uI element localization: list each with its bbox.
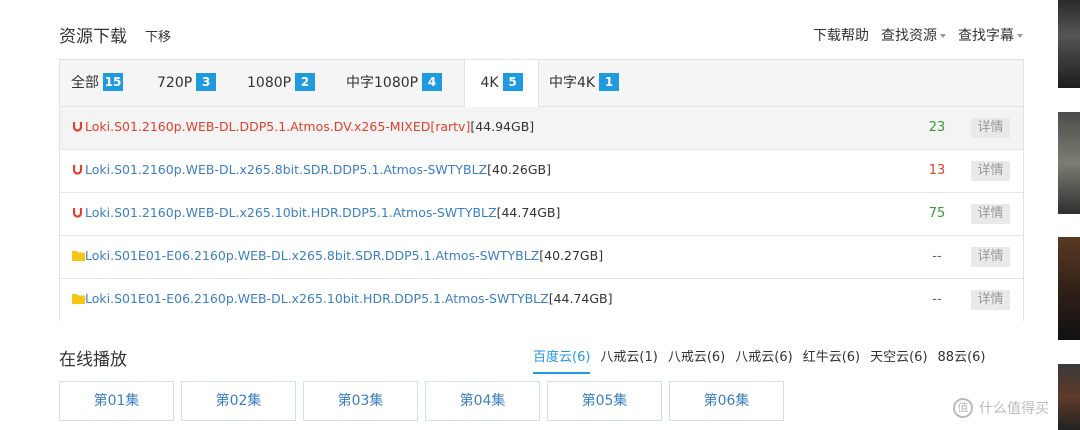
count-badge: 1 <box>599 73 620 91</box>
episode-button-1[interactable]: 第01集 <box>59 381 174 421</box>
resource-row: Loki.S01E01-E06.2160p.WEB-DL.x265.8bit.S… <box>60 236 1023 279</box>
resource-link[interactable]: Loki.S01E01-E06.2160p.WEB-DL.x265.8bit.S… <box>85 248 603 263</box>
tab-720p[interactable]: 720P 3 <box>157 60 217 106</box>
poster-thumbnail[interactable] <box>1058 112 1080 214</box>
resource-download-header: 资源下载 下移 下载帮助 查找资源 查找字幕 <box>59 22 1023 48</box>
count-badge: 5 <box>502 73 523 91</box>
tab-label: 中字1080P <box>346 75 419 91</box>
magnet-icon <box>73 208 82 218</box>
resource-size: [40.27GB] <box>539 248 604 263</box>
detail-button[interactable]: 详情 <box>971 290 1010 310</box>
chevron-down-icon <box>1017 34 1023 38</box>
provider-tab-bajie-2[interactable]: 八戒云(6) <box>668 346 725 374</box>
resource-name: Loki.S01E01-E06.2160p.WEB-DL.x265.10bit.… <box>85 291 549 306</box>
tab-4k[interactable]: 4K 5 <box>464 60 539 107</box>
resource-row: Loki.S01.2160p.WEB-DL.x265.10bit.HDR.DDP… <box>60 193 1023 236</box>
find-resource-label: 查找资源 <box>881 28 937 44</box>
resource-link[interactable]: Loki.S01E01-E06.2160p.WEB-DL.x265.10bit.… <box>85 291 613 306</box>
count-badge: 15 <box>103 73 123 91</box>
poster-thumbnail[interactable] <box>1058 0 1080 88</box>
quality-tabs: 全部 15 720P 3 1080P 2 中字1080P 4 4K 5 中字4K 1 <box>60 60 1023 107</box>
tab-1080p[interactable]: 1080P 2 <box>247 60 316 106</box>
detail-button[interactable]: 详情 <box>971 161 1010 181</box>
seed-count: -- <box>932 292 942 307</box>
section-title: 资源下载 <box>59 27 127 47</box>
header-links: 下载帮助 查找资源 查找字幕 <box>813 25 1023 45</box>
magnet-icon <box>73 122 82 132</box>
tab-label: 720P <box>157 75 193 91</box>
provider-tab-baidu[interactable]: 百度云(6) <box>533 346 591 374</box>
resource-panel: 全部 15 720P 3 1080P 2 中字1080P 4 4K 5 中字4K 1 Lok… <box>59 59 1024 321</box>
tab-all[interactable]: 全部 15 <box>71 60 123 106</box>
resource-name: Loki.S01E01-E06.2160p.WEB-DL.x265.8bit.S… <box>85 248 540 263</box>
detail-button[interactable]: 详情 <box>971 247 1010 267</box>
tab-zh-1080p[interactable]: 中字1080P 4 <box>346 60 443 106</box>
site-watermark: 值 什么值得买 <box>953 398 1049 418</box>
resource-size: [44.94GB] <box>470 119 535 134</box>
seed-count: 75 <box>928 206 946 221</box>
provider-tab-hongniu[interactable]: 红牛云(6) <box>803 346 860 374</box>
move-down-link[interactable]: 下移 <box>145 26 171 45</box>
provider-tab-88[interactable]: 88云(6) <box>938 346 986 374</box>
seed-count: 23 <box>928 120 946 135</box>
watermark-text: 什么值得买 <box>979 401 1049 417</box>
resource-name: Loki.S01.2160p.WEB-DL.x265.8bit.SDR.DDP5… <box>85 162 488 177</box>
episode-button-5[interactable]: 第05集 <box>547 381 662 421</box>
resource-link[interactable]: Loki.S01.2160p.WEB-DL.x265.8bit.SDR.DDP5… <box>85 162 551 177</box>
seed-count: -- <box>932 249 942 264</box>
provider-tab-bajie-3[interactable]: 八戒云(6) <box>735 346 792 374</box>
seed-count: 13 <box>928 163 946 178</box>
find-subtitle-label: 查找字幕 <box>958 28 1014 44</box>
tab-label: 全部 <box>71 75 99 91</box>
magnet-icon <box>73 165 82 175</box>
provider-tabs: 百度云(6) 八戒云(1) 八戒云(6) 八戒云(6) 红牛云(6) 天空云(6… <box>533 346 986 374</box>
resource-link[interactable]: Loki.S01.2160p.WEB-DL.DDP5.1.Atmos.DV.x2… <box>85 119 534 134</box>
online-play-title: 在线播放 <box>59 350 127 370</box>
folder-icon <box>72 294 85 304</box>
folder-icon <box>72 251 85 261</box>
tab-label: 中字4K <box>549 75 596 91</box>
episode-button-3[interactable]: 第03集 <box>303 381 418 421</box>
find-subtitle-dropdown[interactable]: 查找字幕 <box>958 25 1023 45</box>
poster-thumbnail[interactable] <box>1058 364 1080 430</box>
resource-name: Loki.S01.2160p.WEB-DL.DDP5.1.Atmos.DV.x2… <box>85 119 471 134</box>
tab-zh-4k[interactable]: 中字4K 1 <box>549 60 620 106</box>
count-badge: 3 <box>196 73 217 91</box>
detail-button[interactable]: 详情 <box>971 118 1010 138</box>
resource-size: [44.74GB] <box>496 205 561 220</box>
poster-thumbnail[interactable] <box>1058 237 1080 340</box>
count-badge: 4 <box>422 73 443 91</box>
resource-name: Loki.S01.2160p.WEB-DL.x265.10bit.HDR.DDP… <box>85 205 497 220</box>
resource-row: Loki.S01.2160p.WEB-DL.x265.8bit.SDR.DDP5… <box>60 150 1023 193</box>
resource-link[interactable]: Loki.S01.2160p.WEB-DL.x265.10bit.HDR.DDP… <box>85 205 560 220</box>
count-badge: 2 <box>295 73 316 91</box>
resource-size: [40.26GB] <box>487 162 551 177</box>
resource-row: Loki.S01.2160p.WEB-DL.DDP5.1.Atmos.DV.x2… <box>60 107 1023 150</box>
tab-label: 4K <box>480 75 499 91</box>
smzdm-logo-icon: 值 <box>953 398 973 418</box>
episode-button-2[interactable]: 第02集 <box>181 381 296 421</box>
detail-button[interactable]: 详情 <box>971 204 1010 224</box>
chevron-down-icon <box>940 34 946 38</box>
tab-label: 1080P <box>247 75 292 91</box>
episode-button-4[interactable]: 第04集 <box>425 381 540 421</box>
find-resource-dropdown[interactable]: 查找资源 <box>881 25 946 45</box>
episode-button-6[interactable]: 第06集 <box>669 381 784 421</box>
provider-tab-bajie-1[interactable]: 八戒云(1) <box>600 346 657 374</box>
resource-row: Loki.S01E01-E06.2160p.WEB-DL.x265.10bit.… <box>60 279 1023 321</box>
provider-tab-tiankong[interactable]: 天空云(6) <box>870 346 927 374</box>
resource-size: [44.74GB] <box>548 291 613 306</box>
episode-list: 第01集 第02集 第03集 第04集 第05集 第06集 <box>59 381 784 421</box>
download-help-link[interactable]: 下载帮助 <box>813 25 869 45</box>
